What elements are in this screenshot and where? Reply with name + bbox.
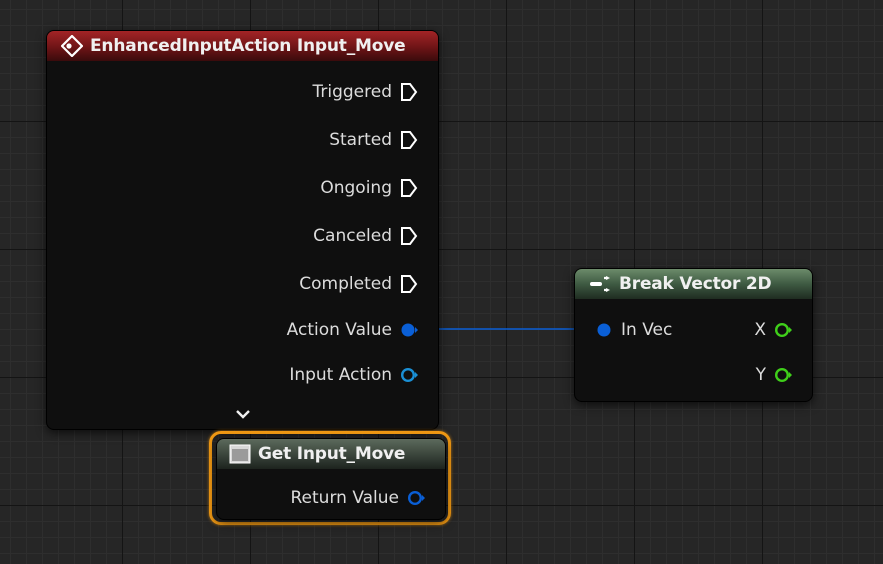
exec-pin-icon[interactable] <box>400 130 418 150</box>
input-action-label: Input Action <box>289 365 392 385</box>
enhanced-input-action-node[interactable]: EnhancedInputAction Input_Move Triggered… <box>46 30 439 430</box>
canceled-pin-row[interactable]: Canceled <box>313 224 418 248</box>
exec-pin-icon[interactable] <box>400 178 418 198</box>
ongoing-label: Ongoing <box>320 178 392 198</box>
started-label: Started <box>329 130 392 150</box>
y-pin-row[interactable]: Y <box>756 363 792 387</box>
struct-pin-connected-icon[interactable] <box>400 321 418 339</box>
return-value-label: Return Value <box>290 488 400 508</box>
break-node-header[interactable]: Break Vector 2D <box>575 269 812 299</box>
action-value-pin-row[interactable]: Action Value <box>287 318 418 342</box>
struct-pin-connected-icon[interactable] <box>595 321 613 339</box>
float-pin-icon[interactable] <box>774 366 792 384</box>
triggered-label: Triggered <box>312 82 392 102</box>
ongoing-pin-row[interactable]: Ongoing <box>320 176 418 200</box>
event-diamond-icon <box>61 35 83 57</box>
expand-chevron-icon[interactable] <box>235 404 251 423</box>
event-node-header[interactable]: EnhancedInputAction Input_Move <box>47 31 438 61</box>
break-struct-icon <box>590 276 610 292</box>
completed-pin-row[interactable]: Completed <box>299 272 418 296</box>
exec-pin-icon[interactable] <box>400 82 418 102</box>
triggered-pin-row[interactable]: Triggered <box>312 80 418 104</box>
started-pin-row[interactable]: Started <box>329 128 418 152</box>
completed-label: Completed <box>299 274 392 294</box>
exec-pin-icon[interactable] <box>400 274 418 294</box>
action-value-label: Action Value <box>286 320 392 340</box>
y-label: Y <box>755 365 766 385</box>
break-vector-2d-node[interactable]: Break Vector 2D In Vec X Y <box>574 268 813 402</box>
getter-node-header[interactable]: Get Input_Move <box>217 439 445 469</box>
event-node-title: EnhancedInputAction Input_Move <box>90 36 406 56</box>
get-input-move-node[interactable]: Get Input_Move Return Value <box>216 438 446 520</box>
float-pin-icon[interactable] <box>774 321 792 339</box>
return-value-pin-row[interactable]: Return Value <box>290 486 425 510</box>
x-pin-row[interactable]: X <box>754 318 792 342</box>
input-action-pin-row[interactable]: Input Action <box>289 363 418 387</box>
object-pin-icon[interactable] <box>400 366 418 384</box>
in-vec-label: In Vec <box>621 320 673 340</box>
variable-getter-icon <box>229 444 251 464</box>
canceled-label: Canceled <box>313 226 392 246</box>
getter-node-title: Get Input_Move <box>258 444 406 464</box>
x-label: X <box>754 320 766 340</box>
in-vec-pin-row[interactable]: In Vec <box>595 318 672 342</box>
object-pin-icon[interactable] <box>407 489 425 507</box>
break-node-title: Break Vector 2D <box>619 274 772 294</box>
exec-pin-icon[interactable] <box>400 226 418 246</box>
